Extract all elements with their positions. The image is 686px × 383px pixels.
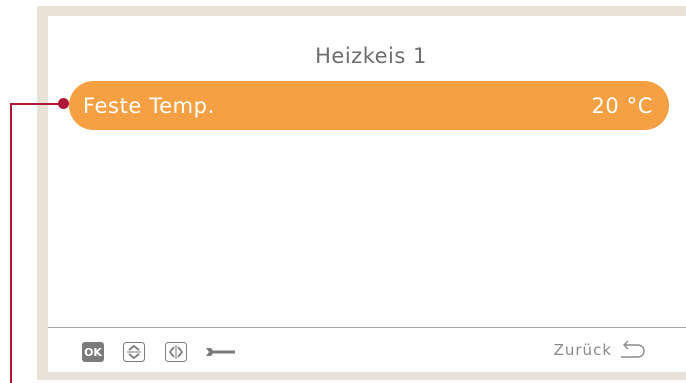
ok-icon-label: OK xyxy=(84,345,102,359)
back-label: Zurück xyxy=(553,341,612,359)
page-title: Heizkeis 1 xyxy=(315,44,427,68)
menu-item-fixed-temperature[interactable]: Feste Temp. 20 °C xyxy=(69,81,669,130)
footer-divider xyxy=(48,327,686,328)
ok-icon[interactable]: OK xyxy=(82,342,104,362)
callout-line-vertical xyxy=(10,103,12,383)
menu-item-value: 20 °C xyxy=(591,93,653,118)
callout-line-horizontal xyxy=(10,103,64,105)
back-button[interactable]: Zurück xyxy=(554,340,646,360)
left-right-icon[interactable] xyxy=(165,342,187,362)
return-arrow-icon xyxy=(621,340,645,358)
display-screen xyxy=(48,16,686,372)
menu-item-label: Feste Temp. xyxy=(83,93,215,118)
wrench-icon[interactable] xyxy=(205,342,237,362)
up-down-icon[interactable] xyxy=(123,342,145,362)
callout-dot xyxy=(58,98,69,109)
